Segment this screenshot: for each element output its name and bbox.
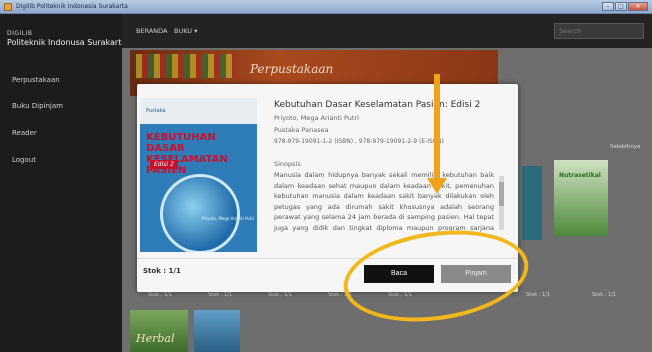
minimize-icon[interactable]: –	[602, 2, 614, 11]
app-icon	[4, 3, 12, 11]
book-cover-herbal[interactable]: Herbal	[130, 310, 188, 352]
maximize-icon[interactable]: □	[615, 2, 627, 11]
top-navbar: BERANDA BUKU ▾	[122, 14, 652, 48]
see-more-link[interactable]: Selebihnya	[610, 144, 640, 150]
stok-label: Stok : 1/1	[526, 292, 550, 298]
cover-photo	[160, 174, 240, 252]
book-title: Kebutuhan Dasar Keselamatan Pasien: Edis…	[274, 100, 481, 110]
cover-edition: Edisi 2	[150, 160, 178, 169]
sidebar-item-perpustakaan[interactable]: Perpustakaan	[12, 76, 60, 84]
publisher-logo: Pustaka	[146, 108, 166, 114]
book-title: Nutrasetikal	[559, 172, 601, 179]
scrollbar-thumb[interactable]	[499, 182, 504, 206]
stok-label: Stok : 1/1	[208, 292, 232, 298]
brand-logo[interactable]: DIGILIB Politeknik Indonusa Surakarta	[7, 30, 126, 47]
search-input[interactable]	[554, 23, 644, 39]
brand-line2: Politeknik Indonusa Surakarta	[7, 38, 127, 47]
brand-line1: DIGILIB	[7, 30, 33, 37]
book-publisher: Pustaka Panasea	[274, 126, 329, 134]
cover-title-line1: KEBUTUHAN DASAR	[146, 132, 216, 154]
stok-count: Stok : 1/1	[143, 267, 181, 275]
book-cover[interactable]	[522, 166, 542, 240]
sinopsis-scroll[interactable]: Manusia dalam hidupnya banyak sekali mem…	[274, 170, 502, 234]
window-controls: – □ ✕	[602, 2, 648, 11]
annotation-arrow	[434, 74, 440, 184]
cover-authors: Priyoto, Mega Arianti Putri	[202, 216, 255, 221]
close-icon[interactable]: ✕	[628, 2, 648, 11]
book-isbn: 978-979-19091-1-2 (ISBN) , 978-979-19091…	[274, 138, 444, 145]
banner-flags-image	[136, 54, 236, 78]
sinopsis-text: Manusia dalam hidupnya banyak sekali mem…	[274, 171, 494, 232]
stok-label: Stok : 1/1	[268, 292, 292, 298]
stok-label: Stok : 1/1	[592, 292, 616, 298]
book-cover-image: Pustaka KEBUTUHAN DASAR KESELAMATAN PASI…	[140, 98, 257, 252]
book-cover-nutrasetikal[interactable]: Nutrasetikal	[554, 160, 608, 236]
nav-buku-dropdown[interactable]: BUKU ▾	[174, 27, 197, 35]
banner-title: Perpustakaan	[250, 62, 334, 76]
annotation-arrow-head	[427, 178, 447, 194]
sinopsis-scrollbar[interactable]	[499, 176, 504, 230]
cover-title: KEBUTUHAN DASAR KESELAMATAN PASIEN	[146, 132, 257, 176]
book-title: Herbal	[136, 332, 175, 345]
sidebar-item-reader[interactable]: Reader	[12, 129, 37, 137]
stok-label: Stok : 1/1	[148, 292, 172, 298]
book-authors: Priyoto, Mega Arianti Putri	[274, 114, 359, 122]
sidebar-item-logout[interactable]: Logout	[12, 156, 36, 164]
sinopsis-label: Sinopsis	[274, 160, 301, 168]
window-title: Digilib Politeknik Indonesia Surakarta	[16, 3, 128, 10]
book-cover[interactable]	[194, 310, 240, 352]
sidebar: DIGILIB Politeknik Indonusa Surakarta Pe…	[0, 14, 126, 352]
sidebar-item-buku-dipinjam[interactable]: Buku Dipinjam	[12, 102, 63, 110]
window-titlebar: Digilib Politeknik Indonesia Surakarta –…	[0, 0, 652, 14]
nav-beranda[interactable]: BERANDA	[136, 27, 167, 35]
